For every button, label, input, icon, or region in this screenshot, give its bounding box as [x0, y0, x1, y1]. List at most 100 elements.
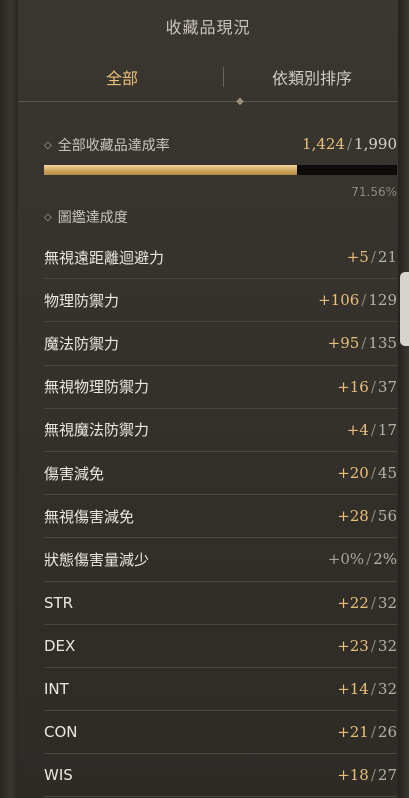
page-title: 收藏品現況	[165, 18, 251, 37]
stat-max: 129	[368, 291, 397, 310]
overall-progress-bar	[44, 165, 397, 175]
stat-bonus: +95	[327, 334, 360, 353]
left-background-strip	[0, 0, 18, 798]
stat-separator: /	[370, 507, 376, 526]
stat-bonus: +20	[337, 464, 369, 483]
stat-row: 無視遠距離迴避力 +5/21	[44, 236, 397, 280]
stat-max: 45	[377, 464, 397, 483]
stat-name: STR	[44, 593, 74, 612]
tab-all[interactable]: 全部	[18, 52, 226, 102]
stat-name: WIS	[44, 766, 73, 785]
stat-value: +28/56	[337, 507, 397, 525]
stat-bonus: +0%	[327, 550, 365, 569]
stat-max: 32	[377, 636, 397, 655]
diamond-icon: ◇	[44, 139, 52, 151]
stat-name: 無視物理防禦力	[44, 378, 150, 397]
stat-name: 無視魔法防禦力	[44, 421, 150, 440]
stat-bonus: +4	[346, 420, 369, 439]
stat-bonus: +106	[318, 291, 360, 310]
overall-progress-fill	[44, 165, 297, 175]
stat-name: 無視傷害減免	[44, 507, 135, 526]
stat-name: INT	[44, 679, 69, 698]
stat-name: DEX	[44, 636, 76, 655]
tab-bar: 全部 依類別排序 ◆	[18, 52, 398, 107]
stat-separator: /	[370, 593, 376, 612]
overall-progress-percent: 71.56%	[351, 185, 397, 199]
stat-separator: /	[370, 248, 376, 267]
stat-row: INT +14/32	[44, 668, 397, 712]
stat-separator: /	[370, 377, 376, 396]
stat-row: CON +21/26	[44, 711, 397, 755]
stat-name: 物理防禦力	[44, 291, 120, 310]
stat-bonus: +22	[337, 593, 369, 612]
tab-divider	[223, 67, 224, 87]
overall-progress-text: 全部收藏品達成率	[57, 138, 170, 154]
diamond-icon: ◇	[44, 211, 52, 223]
stat-bonus: +28	[337, 507, 369, 526]
stat-max: 26	[377, 723, 397, 742]
stat-separator: /	[370, 636, 376, 655]
stat-max: 37	[377, 377, 397, 396]
stat-value: +20/45	[337, 464, 397, 482]
stat-separator: /	[370, 464, 376, 483]
stat-name: 狀態傷害量減少	[44, 550, 150, 569]
stat-row: 無視魔法防禦力 +4/17	[44, 409, 397, 452]
stat-value: +106/129	[318, 291, 397, 309]
stat-row: 魔法防禦力 +95/135	[44, 322, 397, 366]
stat-max: 32	[377, 593, 397, 612]
scrollbar-thumb[interactable]	[400, 272, 409, 346]
stat-max: 32	[377, 679, 397, 698]
stat-row: 狀態傷害量減少 +0%/2%	[44, 538, 397, 582]
stat-row: 傷害減免 +20/45	[44, 452, 397, 496]
stat-max: 21	[377, 248, 397, 267]
stat-bonus: +21	[337, 723, 369, 742]
stat-separator: /	[361, 291, 367, 310]
stat-separator: /	[370, 723, 376, 742]
stat-value: +14/32	[337, 680, 397, 698]
stat-row: STR +22/32	[44, 582, 397, 625]
stat-max: 27	[377, 766, 397, 785]
stat-name: 無視遠距離迴避力	[44, 248, 165, 267]
codex-progress-text: 圖鑑達成度	[57, 210, 128, 226]
codex-progress-label: ◇ 圖鑑達成度	[44, 207, 128, 227]
stat-bonus: +23	[337, 636, 369, 655]
stat-value: +5/21	[347, 248, 397, 266]
overall-progress-value: 1,424/1,990	[302, 135, 397, 153]
stat-row: 無視物理防禦力 +16/37	[44, 366, 397, 409]
stat-separator: /	[370, 679, 376, 698]
stat-list: 無視遠距離迴避力 +5/21 物理防禦力 +106/129 魔法防禦力 +95/135 無視…	[44, 236, 397, 798]
stat-value: +22/32	[337, 594, 397, 612]
stat-row: DEX +23/32	[44, 625, 397, 668]
stat-separator: /	[361, 334, 367, 353]
stat-value: +95/135	[328, 334, 397, 352]
ornament-icon: ◆	[236, 96, 244, 107]
stat-value: +0%/2%	[328, 550, 397, 568]
stat-row: 無視傷害減免 +28/56	[44, 495, 397, 539]
stat-bonus: +18	[337, 766, 369, 785]
stat-name: 傷害減免	[44, 464, 105, 483]
stat-bonus: +5	[346, 248, 369, 267]
stat-max: 135	[368, 334, 397, 353]
stat-separator: /	[366, 550, 372, 569]
stat-max: 56	[377, 507, 397, 526]
stat-separator: /	[370, 420, 376, 439]
right-edge	[398, 0, 409, 798]
stat-max: 2%	[373, 550, 397, 569]
collected-count: 1,424	[302, 135, 345, 153]
stat-row: 物理防禦力 +106/129	[44, 279, 397, 323]
stat-separator: /	[370, 766, 376, 785]
stat-max: 17	[377, 420, 397, 439]
stat-value: +18/27	[337, 766, 397, 784]
stat-bonus: +16	[337, 377, 369, 396]
stat-bonus: +14	[337, 679, 369, 698]
tab-sort-by-category[interactable]: 依類別排序	[226, 52, 398, 102]
total-count: 1,990	[354, 135, 397, 153]
stat-value: +21/26	[337, 723, 397, 741]
stat-value: +16/37	[337, 378, 397, 396]
tab-underline	[18, 101, 398, 102]
stat-value: +4/17	[347, 421, 397, 439]
stat-row: WIS +18/27	[44, 754, 397, 798]
stat-name: 魔法防禦力	[44, 334, 120, 353]
stat-value: +23/32	[337, 637, 397, 655]
overall-progress-label: ◇ 全部收藏品達成率	[44, 135, 170, 155]
